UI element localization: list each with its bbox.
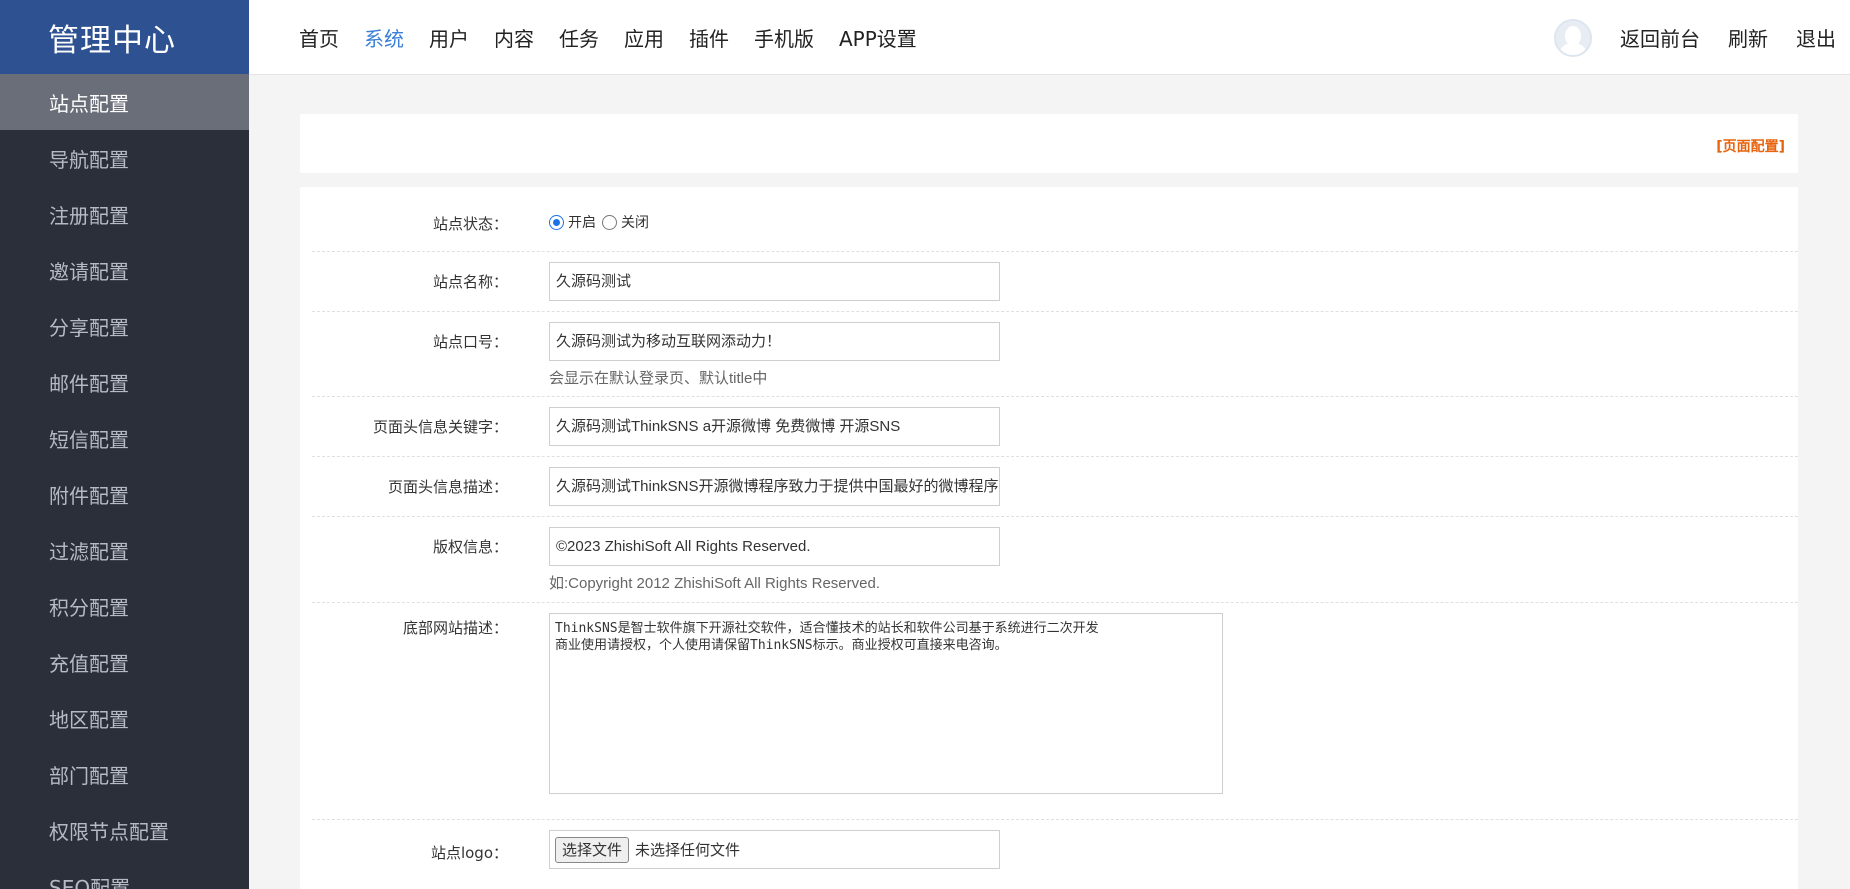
tab-tasks[interactable]: 任务 — [559, 23, 599, 52]
avatar[interactable] — [1554, 18, 1592, 57]
site-name-input[interactable]: 久源码测试 — [549, 262, 1000, 301]
description-field-wrap: 久源码测试ThinkSNS开源微博程序致力于提供中国最好的微博程序 — [549, 467, 1000, 506]
status-label: 站点状态： — [432, 215, 508, 233]
site-name-label: 站点名称： — [432, 273, 508, 291]
form-row-site-name: 站点名称： 久源码测试 — [312, 253, 1798, 312]
form-row-copyright: 版权信息： ©2023 ZhishiSoft All Rights Reserv… — [312, 518, 1798, 603]
status-radio-group: 开启 关闭 — [549, 212, 655, 232]
sidebar-item-nav-config[interactable]: 导航配置 — [0, 130, 249, 186]
description-input[interactable]: 久源码测试ThinkSNS开源微博程序致力于提供中国最好的微博程序 — [549, 467, 1000, 506]
site-name-field-wrap: 久源码测试 — [549, 262, 1000, 301]
form-row-slogan: 站点口号： 久源码测试为移动互联网添动力！ 会显示在默认登录页、默认title中 — [312, 313, 1798, 397]
footer-field-wrap: ThinkSNS是智士软件旗下开源社交软件，适合懂技术的站长和软件公司基于系统进… — [549, 613, 1223, 794]
sidebar-item-recharge-config[interactable]: 充值配置 — [0, 634, 249, 690]
keywords-input[interactable]: 久源码测试ThinkSNS a开源微博 免费微博 开源SNS — [549, 407, 1000, 446]
sidebar: 管理中心 站点配置 导航配置 注册配置 邀请配置 分享配置 邮件配置 短信配置 … — [0, 0, 249, 889]
copyright-field-wrap: ©2023 ZhishiSoft All Rights Reserved. 如:… — [549, 527, 1000, 593]
sidebar-item-register-config[interactable]: 注册配置 — [0, 186, 249, 242]
status-off-radio[interactable] — [602, 214, 617, 230]
sidebar-item-invite-config[interactable]: 邀请配置 — [0, 242, 249, 298]
footer-textarea[interactable]: ThinkSNS是智士软件旗下开源社交软件，适合懂技术的站长和软件公司基于系统进… — [549, 613, 1223, 794]
slogan-input[interactable]: 久源码测试为移动互联网添动力！ — [549, 322, 1000, 361]
tab-home[interactable]: 首页 — [299, 23, 339, 52]
logout-link[interactable]: 退出 — [1796, 23, 1836, 52]
status-on-label: 开启 — [568, 215, 596, 231]
tab-app-settings[interactable]: APP设置 — [839, 23, 917, 52]
back-to-frontend-link[interactable]: 返回前台 — [1620, 23, 1700, 52]
tab-users[interactable]: 用户 — [429, 23, 469, 52]
sidebar-item-credit-config[interactable]: 积分配置 — [0, 578, 249, 634]
tab-content[interactable]: 内容 — [494, 23, 534, 52]
form-row-logo: 站点logo： 选择文件 未选择任何文件 — [312, 821, 1798, 889]
brand-title: 管理中心 — [0, 0, 249, 74]
page-header-panel: [页面配置] — [300, 114, 1798, 173]
slogan-hint: 会显示在默认登录页、默认title中 — [549, 370, 768, 387]
form-row-keywords: 页面头信息关键字： 久源码测试ThinkSNS a开源微博 免费微博 开源SNS — [312, 398, 1798, 457]
sidebar-item-mail-config[interactable]: 邮件配置 — [0, 354, 249, 410]
top-right-actions: 返回前台 刷新 退出 — [1554, 0, 1850, 75]
sidebar-item-filter-config[interactable]: 过滤配置 — [0, 522, 249, 578]
top-bar: 首页 系统 用户 内容 任务 应用 插件 手机版 APP设置 返回前台 刷新 退… — [249, 0, 1850, 75]
sidebar-item-attachment-config[interactable]: 附件配置 — [0, 466, 249, 522]
page-config-link[interactable]: [页面配置] — [1716, 136, 1785, 156]
copyright-input[interactable]: ©2023 ZhishiSoft All Rights Reserved. — [549, 527, 1000, 566]
logo-field-wrap: 选择文件 未选择任何文件 — [549, 830, 1000, 869]
sidebar-item-seo-config[interactable]: SEO配置 — [0, 858, 249, 889]
form-row-status: 站点状态： 开启 关闭 — [312, 187, 1798, 252]
status-off-label: 关闭 — [621, 215, 649, 231]
status-on-radio[interactable] — [549, 214, 564, 230]
tab-apps[interactable]: 应用 — [624, 23, 664, 52]
form-row-description: 页面头信息描述： 久源码测试ThinkSNS开源微博程序致力于提供中国最好的微博… — [312, 458, 1798, 517]
form-row-footer: 底部网站描述： ThinkSNS是智士软件旗下开源社交软件，适合懂技术的站长和软… — [312, 604, 1798, 820]
sidebar-item-share-config[interactable]: 分享配置 — [0, 298, 249, 354]
footer-label: 底部网站描述： — [402, 619, 508, 637]
description-label: 页面头信息描述： — [387, 478, 508, 496]
sidebar-item-department-config[interactable]: 部门配置 — [0, 746, 249, 802]
slogan-label: 站点口号： — [432, 333, 508, 351]
refresh-link[interactable]: 刷新 — [1728, 23, 1768, 52]
file-status-text: 未选择任何文件 — [635, 841, 741, 859]
choose-file-button[interactable]: 选择文件 — [555, 836, 630, 863]
keywords-label: 页面头信息关键字： — [372, 418, 508, 436]
logo-file-input: 选择文件 未选择任何文件 — [549, 830, 1000, 869]
sidebar-item-region-config[interactable]: 地区配置 — [0, 690, 249, 746]
sidebar-item-permission-config[interactable]: 权限节点配置 — [0, 802, 249, 858]
keywords-field-wrap: 久源码测试ThinkSNS a开源微博 免费微博 开源SNS — [549, 407, 1000, 446]
logo-label: 站点logo： — [430, 844, 508, 862]
sidebar-item-site-config[interactable]: 站点配置 — [0, 74, 249, 130]
slogan-field-wrap: 久源码测试为移动互联网添动力！ 会显示在默认登录页、默认title中 — [549, 322, 1000, 388]
copyright-hint: 如:Copyright 2012 ZhishiSoft All Rights R… — [549, 575, 880, 592]
site-config-form: 站点状态： 开启 关闭 站点名称： 久源码测试 站点口号： 久源码测试为移动互联… — [300, 187, 1798, 889]
top-nav: 首页 系统 用户 内容 任务 应用 插件 手机版 APP设置 — [299, 0, 942, 75]
tab-system[interactable]: 系统 — [364, 23, 404, 52]
sidebar-item-sms-config[interactable]: 短信配置 — [0, 410, 249, 466]
copyright-label: 版权信息： — [432, 538, 508, 556]
tab-mobile[interactable]: 手机版 — [754, 23, 814, 52]
tab-plugins[interactable]: 插件 — [689, 23, 729, 52]
